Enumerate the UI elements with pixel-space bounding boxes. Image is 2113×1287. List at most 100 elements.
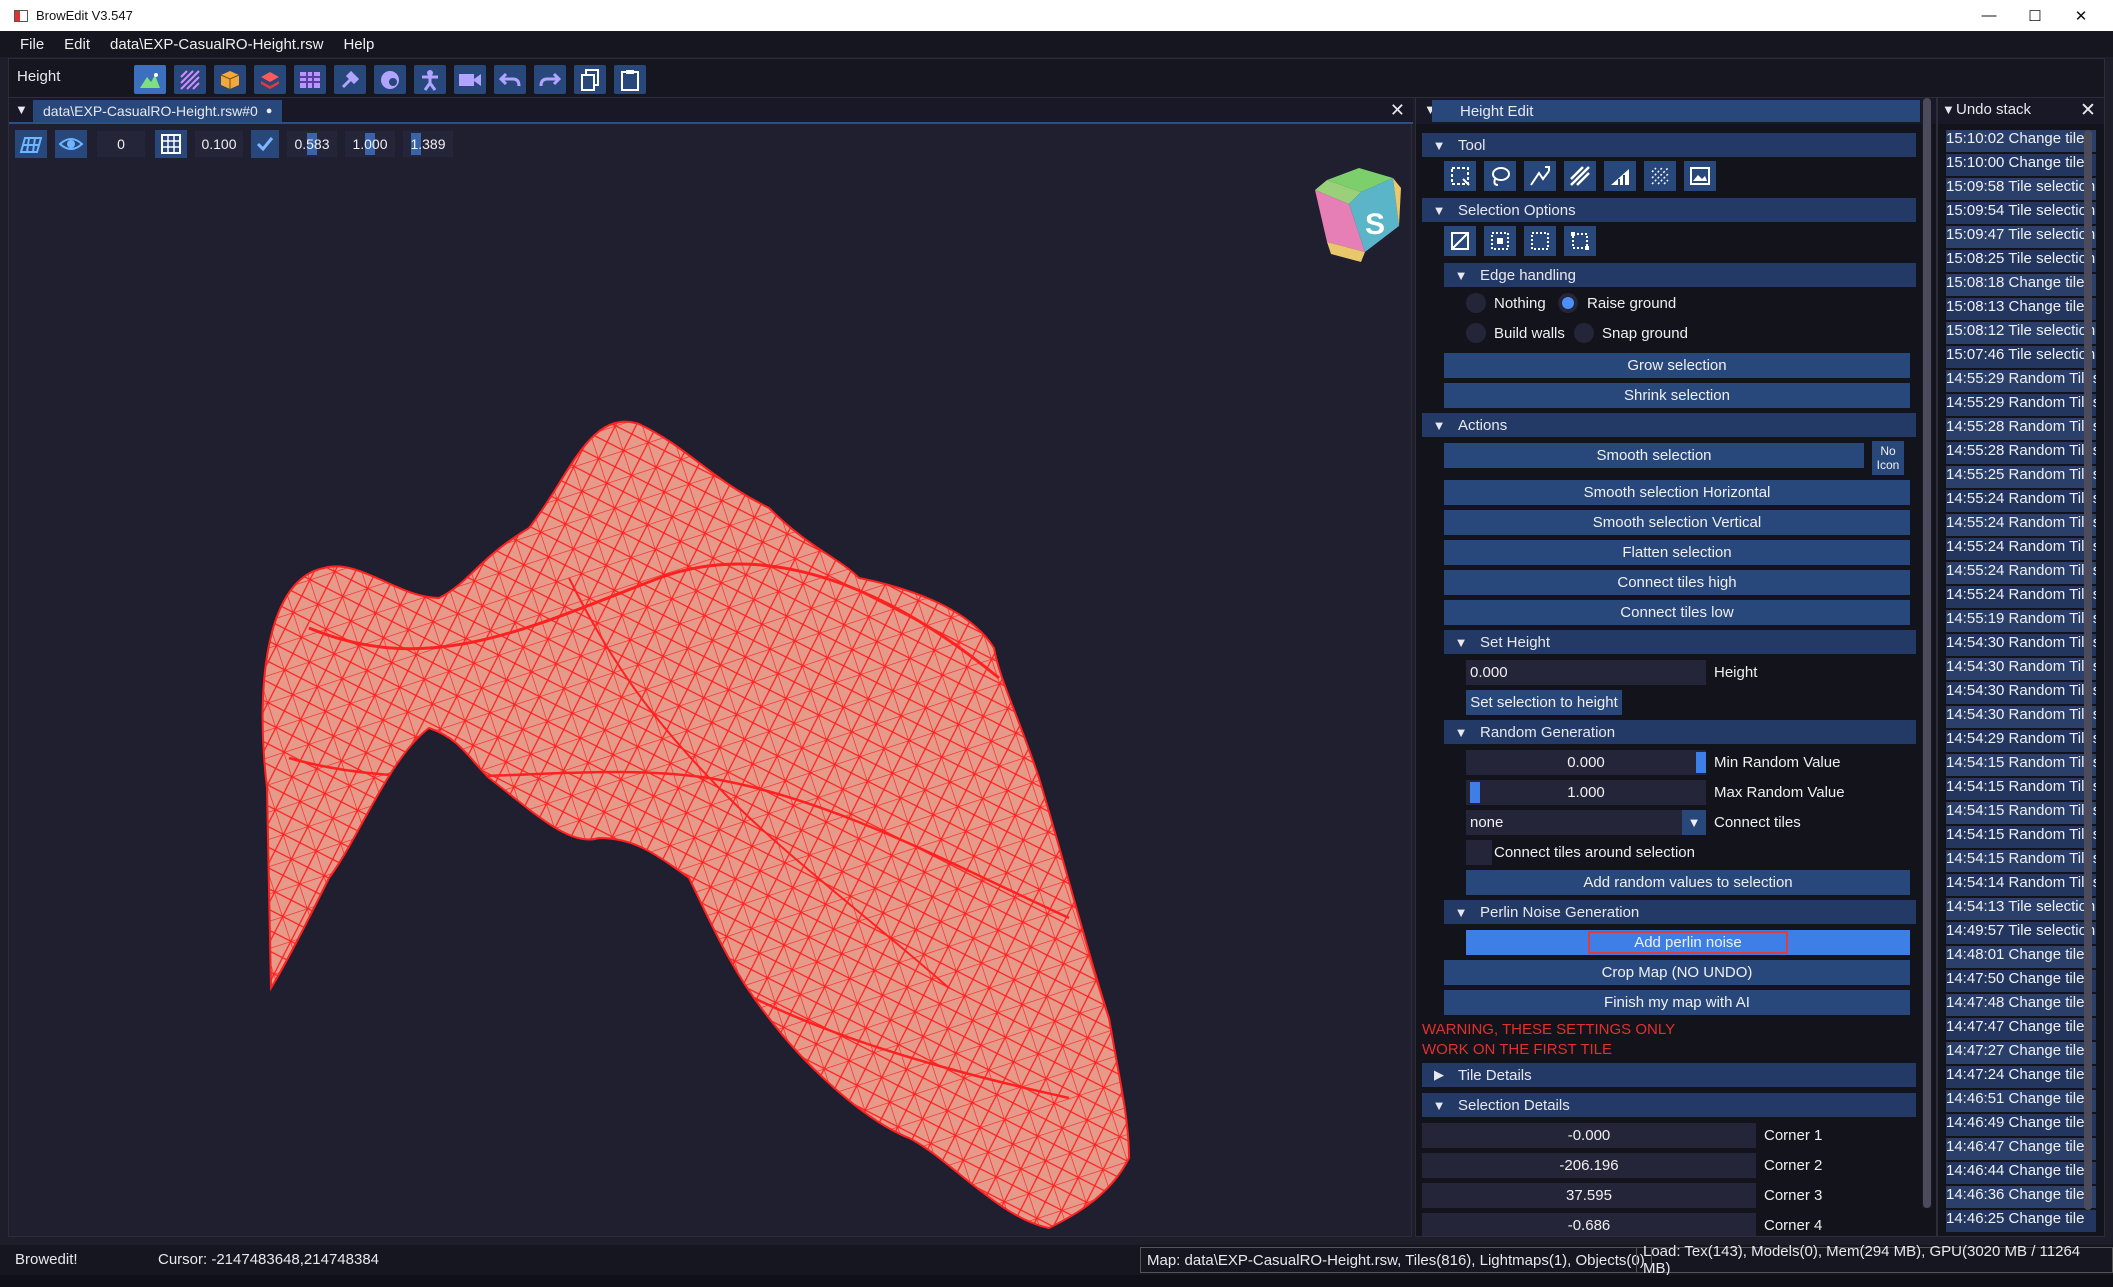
invert-select-icon[interactable] [1524,226,1556,256]
undo-item[interactable]: 14:55:24 Random Tiles [1946,586,2096,608]
no-icon-button[interactable]: No Icon [1872,441,1904,475]
undo-item[interactable]: 14:55:25 Random Tiles [1946,466,2096,488]
undo-item[interactable]: 14:46:49 Change tile [1946,1114,2096,1136]
grow-select-icon[interactable] [1564,226,1596,256]
rectangle-select-icon[interactable] [1444,161,1476,191]
perlin-header[interactable]: ▼ Perlin Noise Generation [1444,900,1916,924]
wall-mode-icon[interactable] [254,65,286,94]
close-icon[interactable]: ✕ [1390,100,1405,121]
menu-map[interactable]: data\EXP-CasualRO-Height.rsw [110,36,323,53]
selection-options-header[interactable]: ▼ Selection Options [1422,198,1916,222]
map-viewport[interactable]: ▼ data\EXP-CasualRO-Height.rsw#0 ● ✕ 0 0… [8,97,1413,1237]
grid-snap-icon[interactable] [155,130,187,158]
add-random-button[interactable]: Add random values to selection [1466,870,1910,895]
close-window-button[interactable]: ✕ [2058,0,2104,31]
min-random-slider[interactable]: 0.000 [1466,750,1706,775]
selection-details-header[interactable]: ▼ Selection Details [1422,1093,1916,1117]
connect-tiles-select[interactable]: none ▼ [1466,810,1706,835]
slider-2[interactable]: 1.000 [345,131,395,157]
connect-low-button[interactable]: Connect tiles low [1444,600,1910,625]
undo-item[interactable]: 15:09:47 Tile selection [1946,226,2096,248]
texture-select-icon[interactable] [1644,161,1676,191]
radio-raise-ground[interactable] [1558,293,1578,313]
maximize-button[interactable]: ☐ [2012,0,2058,31]
undo-item[interactable]: 14:46:51 Change tile [1946,1090,2096,1112]
gat-mode-icon[interactable] [294,65,326,94]
undo-item[interactable]: 14:54:30 Random Tiles [1946,682,2096,704]
undo-item[interactable]: 14:55:28 Random Tiles [1946,418,2096,440]
crop-map-button[interactable]: Crop Map (NO UNDO) [1444,960,1910,985]
set-height-header[interactable]: ▼ Set Height [1444,630,1916,654]
random-generation-header[interactable]: ▼ Random Generation [1444,720,1916,744]
undo-item[interactable]: 15:09:58 Tile selection [1946,178,2096,200]
menu-file[interactable]: File [20,36,44,53]
undo-item[interactable]: 15:08:13 Change tile [1946,298,2096,320]
slope-select-icon[interactable] [1604,161,1636,191]
grow-selection-button[interactable]: Grow selection [1444,353,1910,378]
height-input[interactable]: 0.000 [1466,660,1706,685]
shrink-selection-button[interactable]: Shrink selection [1444,383,1910,408]
undo-item[interactable]: 14:46:36 Change tile [1946,1186,2096,1208]
undo-item[interactable]: 14:54:15 Random Tiles [1946,826,2096,848]
undo-item[interactable]: 14:47:47 Change tile [1946,1018,2096,1040]
undo-item[interactable]: 14:46:44 Change tile [1946,1162,2096,1184]
undo-item[interactable]: 14:47:24 Change tile [1946,1066,2096,1088]
camera-icon[interactable] [454,65,486,94]
undo-item[interactable]: 15:09:54 Tile selection [1946,202,2096,224]
sprite-icon[interactable] [414,65,446,94]
undo-item[interactable]: 15:10:02 Change tile [1946,130,2096,152]
radio-nothing[interactable] [1466,293,1486,313]
undo-icon[interactable] [494,65,526,94]
close-icon[interactable]: ✕ [2080,99,2096,122]
undo-item[interactable]: 14:55:28 Random Tiles [1946,442,2096,464]
undo-item[interactable]: 14:55:24 Random Tiles [1946,514,2096,536]
undo-item[interactable]: 14:47:50 Change tile [1946,970,2096,992]
wand-select-icon[interactable] [1524,161,1556,191]
select-none-icon[interactable] [1444,226,1476,256]
undo-item[interactable]: 14:54:30 Random Tiles [1946,658,2096,680]
corner1-input[interactable]: -0.000 [1422,1123,1756,1148]
lasso-select-icon[interactable] [1484,161,1516,191]
terrain-mesh[interactable] [9,158,1411,1236]
rotation-field[interactable]: 0 [97,131,145,157]
image-select-icon[interactable] [1684,161,1716,191]
undo-item[interactable]: 14:54:15 Random Tiles [1946,850,2096,872]
radio-snap-ground[interactable] [1574,323,1594,343]
copy-icon[interactable] [574,65,606,94]
undo-item[interactable]: 14:54:30 Random Tiles [1946,634,2096,656]
smooth-horizontal-button[interactable]: Smooth selection Horizontal [1444,480,1910,505]
height-mode-icon[interactable] [134,65,166,94]
panel-scrollbar[interactable] [1922,98,1932,1208]
undo-scrollbar[interactable] [2084,130,2092,1210]
undo-item[interactable]: 14:54:15 Random Tiles [1946,802,2096,824]
corner2-input[interactable]: -206.196 [1422,1153,1756,1178]
grid-toggle-icon[interactable] [15,130,47,158]
flatten-selection-button[interactable]: Flatten selection [1444,540,1910,565]
undo-item[interactable]: 14:54:29 Random Tiles [1946,730,2096,752]
stripe-select-icon[interactable] [1564,161,1596,191]
undo-item[interactable]: 14:55:29 Random Tiles [1946,370,2096,392]
view-toggle-icon[interactable] [55,130,87,158]
undo-item[interactable]: 15:07:46 Tile selection [1946,346,2096,368]
brush-icon[interactable] [334,65,366,94]
connect-high-button[interactable]: Connect tiles high [1444,570,1910,595]
tool-header[interactable]: ▼ Tool [1422,133,1916,157]
undo-item[interactable]: 15:08:25 Tile selection [1946,250,2096,272]
redo-icon[interactable] [534,65,566,94]
finish-ai-button[interactable]: Finish my map with AI [1444,990,1910,1015]
color-icon[interactable] [374,65,406,94]
undo-item[interactable]: 14:55:19 Random Tiles [1946,610,2096,632]
undo-item[interactable]: 14:54:14 Random Tiles [1946,874,2096,896]
checkbox-icon[interactable] [251,130,279,158]
undo-item[interactable]: 14:54:15 Random Tiles [1946,754,2096,776]
texture-mode-icon[interactable] [174,65,206,94]
undo-item[interactable]: 14:47:48 Change tile [1946,994,2096,1016]
menu-edit[interactable]: Edit [64,36,90,53]
undo-item[interactable]: 15:08:18 Change tile [1946,274,2096,296]
tab-map[interactable]: data\EXP-CasualRO-Height.rsw#0 ● [33,100,283,122]
minimize-button[interactable]: — [1966,0,2012,31]
connect-around-checkbox[interactable] [1466,840,1492,865]
select-all-icon[interactable] [1484,226,1516,256]
undo-item[interactable]: 14:48:01 Change tile [1946,946,2096,968]
slider-1[interactable]: 0.583 [287,131,337,157]
